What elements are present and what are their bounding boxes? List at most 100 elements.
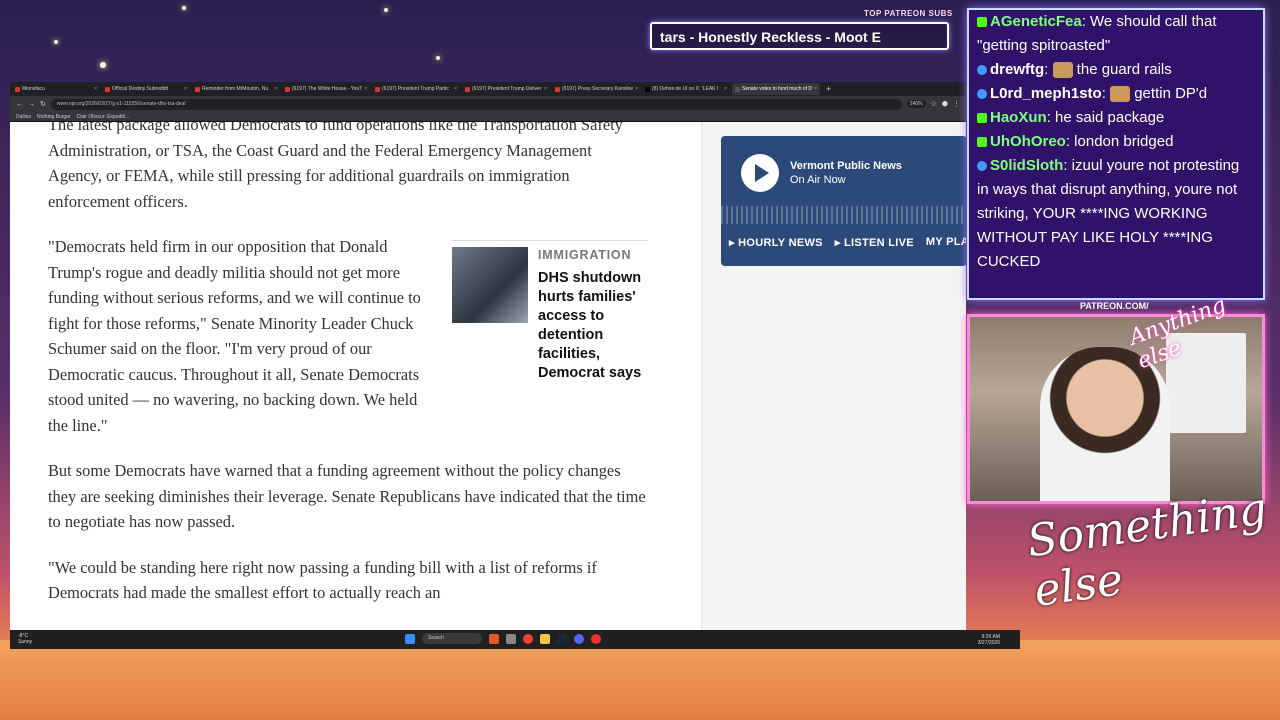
my-playlist-link[interactable]: MY PLAYLIST	[926, 236, 966, 249]
browser-tab[interactable]: Mionsfacu ×	[12, 83, 100, 95]
twitch-badge-icon	[977, 65, 987, 76]
radio-player: Vermont Public News On Air Now ▸ HOURLY …	[721, 136, 966, 266]
favicon-icon	[285, 86, 290, 92]
forward-icon[interactable]: →	[28, 101, 35, 108]
close-icon[interactable]: ×	[184, 86, 187, 92]
article-body: The latest package allowed Democrats to …	[48, 122, 648, 626]
bookmark-item[interactable]: Dailies	[16, 114, 31, 120]
browser-tab[interactable]: (6197) President Trump Deliver ×	[462, 83, 550, 95]
station-name: Vermont Public News	[790, 160, 902, 172]
hill-decoration	[0, 640, 1280, 720]
reload-icon[interactable]: ↻	[40, 100, 46, 108]
favicon-icon	[15, 86, 20, 92]
new-tab-button[interactable]: +	[822, 84, 835, 94]
windows-taskbar: -8°C Sunny Search 9:26 AM 3/27/2026	[10, 630, 1020, 649]
start-icon[interactable]	[405, 633, 415, 644]
close-icon[interactable]: ×	[454, 86, 457, 92]
browser-tab[interactable]: (6197) The White House - YouT ×	[282, 83, 370, 95]
patreon-url: PATREON.COM/	[1080, 301, 1149, 311]
chat-message: L0rd_meph1sto: gettin DP'd	[977, 82, 1255, 106]
player-links: ▸ HOURLY NEWS ▸ LISTEN LIVE MY PLAYLIST	[729, 236, 966, 249]
close-icon[interactable]: ×	[544, 86, 547, 92]
chat-message: AGeneticFea: We should call that "gettin…	[977, 10, 1255, 58]
browser-window: Mionsfacu × Official Destiny Subreddit × R…	[10, 82, 966, 630]
browser-tab-active[interactable]: Senate votes to fund much of D ×	[732, 83, 820, 95]
browser-tab[interactable]: (6197) Press Secretary Karoline ×	[552, 83, 640, 95]
chat-message: S0lidSloth: izuul youre not protesting i…	[977, 154, 1255, 274]
chat-message: UhOhOreo: london bridged	[977, 130, 1255, 154]
chat-username: HaoXun	[990, 109, 1047, 126]
task-view-icon[interactable]	[506, 633, 516, 644]
taskbar-search[interactable]: Search	[422, 633, 482, 644]
top-patreon-subs-title: TOP PATREON SUBS	[864, 9, 953, 18]
related-story-headline[interactable]: DHS shutdown hurts families' access to d…	[538, 269, 648, 383]
chat-username: L0rd_meph1sto	[990, 85, 1102, 102]
close-icon[interactable]: ×	[635, 86, 638, 92]
browser-tab[interactable]: (8) Dehoe de Ul on X: 'LEAK I ×	[642, 83, 730, 95]
kick-badge-icon	[977, 137, 987, 148]
favicon-icon	[735, 86, 740, 92]
kick-badge-icon	[977, 17, 987, 28]
obs-icon[interactable]	[591, 633, 601, 644]
chat-message: drewftg: the guard rails	[977, 58, 1255, 82]
related-story-thumbnail[interactable]	[452, 247, 528, 323]
related-story-category[interactable]: IMMIGRATION	[538, 247, 648, 263]
close-icon[interactable]: ×	[274, 86, 277, 92]
star-bookmark-icon[interactable]: ☆	[931, 100, 937, 108]
close-icon[interactable]: ×	[814, 86, 817, 92]
close-icon[interactable]: ×	[724, 86, 727, 92]
listen-live-link[interactable]: ▸ LISTEN LIVE	[835, 236, 914, 249]
tab-bar: Mionsfacu × Official Destiny Subreddit × R…	[10, 82, 966, 96]
kick-badge-icon	[977, 113, 987, 124]
clock-date: 3/27/2026	[977, 640, 1000, 646]
tab-label: Official Destiny Subreddit	[112, 86, 169, 92]
star-decoration	[436, 56, 440, 60]
address-bar-row: ← → ↻ www.npr.org/2026/03/27/g-s1-115356…	[10, 96, 966, 112]
weather-widget[interactable]: -8°C Sunny	[18, 633, 32, 645]
chat-username: UhOhOreo	[990, 133, 1066, 150]
chat-text: : he said package	[1046, 109, 1165, 126]
page-sidebar: Vermont Public News On Air Now ▸ HOURLY …	[701, 122, 966, 630]
taskbar-icons: Search	[405, 633, 601, 644]
steam-icon[interactable]	[557, 633, 567, 644]
browser-tab[interactable]: Official Destiny Subreddit ×	[102, 83, 190, 95]
audio-waveform	[721, 206, 966, 224]
chat-username: S0lidSloth	[990, 157, 1064, 174]
app-icon[interactable]	[489, 633, 499, 644]
bookmarks-bar: Dailies Nothing Burger Clair Obscur: Exp…	[10, 112, 966, 122]
menu-icon[interactable]: ⋮	[953, 100, 960, 108]
discord-icon[interactable]	[574, 633, 584, 644]
bookmark-item[interactable]: Clair Obscur: Expediti...	[77, 114, 130, 120]
related-story-card[interactable]: IMMIGRATION DHS shutdown hurts families'…	[452, 240, 648, 383]
chat-message: HaoXun: he said package	[977, 106, 1255, 130]
patreon-subs-ticker: tars - Honestly Reckless - Moot E	[650, 22, 949, 50]
weather-desc: Sunny	[18, 639, 33, 645]
back-icon[interactable]: ←	[16, 101, 23, 108]
favicon-icon	[105, 86, 110, 92]
clock[interactable]: 9:26 AM 3/27/2026	[978, 634, 1000, 646]
zoom-indicator[interactable]: 240%	[906, 100, 926, 108]
close-icon[interactable]: ×	[364, 86, 367, 92]
browser-tab[interactable]: Reminder from MrMouton, Nu ×	[192, 83, 280, 95]
tab-label: (6197) Press Secretary Karoline	[562, 86, 634, 92]
tab-label: (6197) The White House - YouT	[292, 86, 363, 92]
tab-label: (8) Dehoe de Ul on X: 'LEAK I	[652, 86, 719, 92]
chat-text: : london bridged	[1065, 133, 1174, 150]
favicon-icon	[555, 86, 560, 92]
page-content: The latest package allowed Democrats to …	[10, 122, 966, 630]
close-icon[interactable]: ×	[94, 86, 97, 92]
browser-tab[interactable]: (6197) President Trump Partic ×	[372, 83, 460, 95]
chat-username: AGeneticFea	[990, 13, 1082, 30]
article-paragraph: But some Democrats have warned that a fu…	[48, 461, 646, 531]
chrome-icon[interactable]	[523, 633, 533, 644]
on-air-status: On Air Now	[790, 174, 846, 186]
article-paragraph: The latest package allowed Democrats to …	[48, 122, 623, 211]
folder-icon[interactable]	[540, 633, 550, 644]
twitch-badge-icon	[977, 89, 987, 100]
hourly-news-link[interactable]: ▸ HOURLY NEWS	[729, 236, 823, 249]
play-button-icon[interactable]	[741, 154, 779, 192]
extensions-icon[interactable]: ⬢	[942, 100, 948, 108]
url-field[interactable]: www.npr.org/2026/03/27/g-s1-115356/senat…	[50, 98, 902, 110]
bookmark-item[interactable]: Nothing Burger	[37, 114, 71, 120]
star-decoration	[384, 8, 388, 12]
